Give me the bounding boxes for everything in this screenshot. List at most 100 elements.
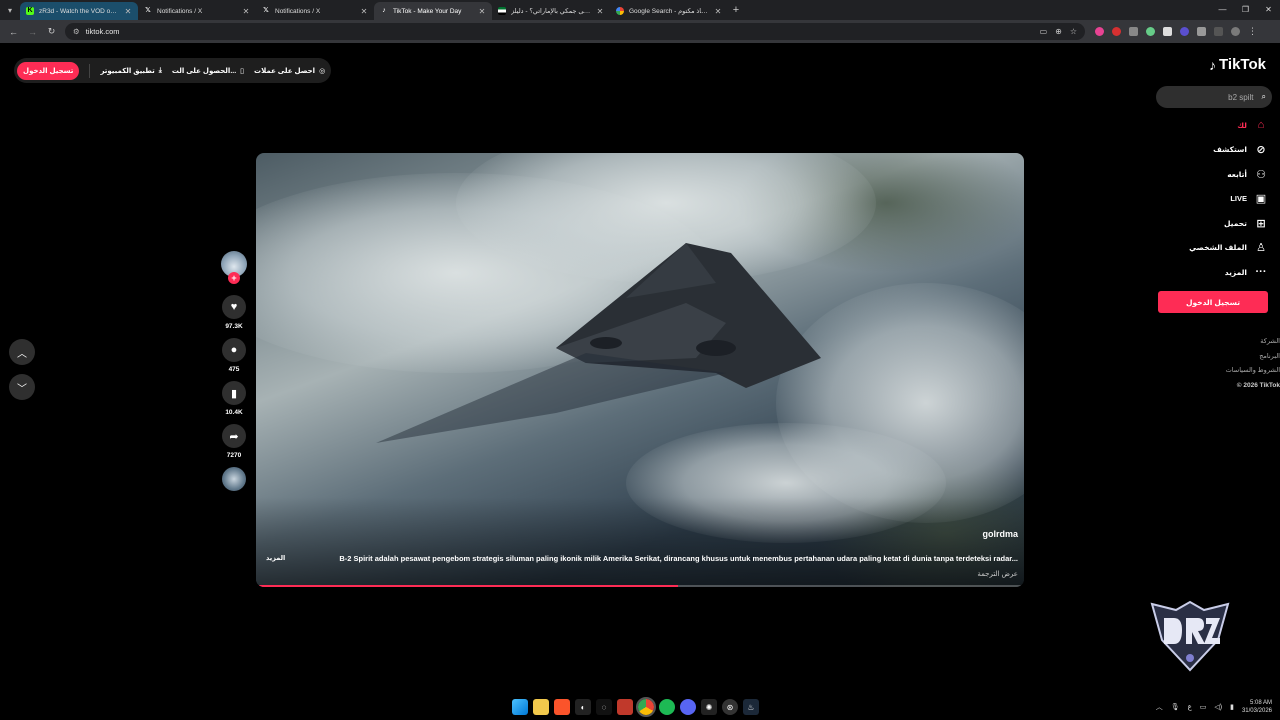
- tiktok-icon: ♪: [382, 7, 386, 14]
- taskbar-apps: ◐ ◌ ✺ ⊛ ♨: [512, 697, 759, 717]
- copyright-text: © 2026 TikTok: [1236, 381, 1280, 389]
- close-tab-icon[interactable]: ✕: [596, 7, 604, 16]
- tray-chevron-icon[interactable]: ︿: [1156, 702, 1163, 712]
- follow-plus-icon[interactable]: +: [228, 272, 240, 284]
- taskbar-clock[interactable]: 5:08 AM 31/03/2026: [1242, 699, 1272, 715]
- app-icon[interactable]: ⊛: [722, 699, 738, 715]
- volume-icon[interactable]: ◁): [1214, 703, 1222, 711]
- extension-icon[interactable]: [1095, 27, 1104, 36]
- footer-link[interactable]: الشروط والسياسات: [1226, 364, 1280, 379]
- share-icon: ➦: [229, 430, 239, 443]
- sidebar-footer: الشركة البرنامج الشروط والسياسات © 2026 …: [1226, 335, 1280, 393]
- cast-icon[interactable]: ▭: [1040, 27, 1048, 36]
- bookmark-star-icon[interactable]: ☆: [1070, 27, 1077, 36]
- get-coins-link[interactable]: احصل على عملات ◎: [254, 67, 325, 75]
- video-caption: B-2 Spirit adalah pesawat pengebom strat…: [339, 554, 1018, 563]
- sidebar-item-label: LIVE: [1230, 194, 1247, 204]
- sidebar-login-button[interactable]: تسجيل الدخول: [1158, 291, 1268, 313]
- like-button[interactable]: ♥: [222, 295, 246, 319]
- battery-icon[interactable]: ▮: [1230, 703, 1234, 711]
- brave-icon[interactable]: [554, 699, 570, 715]
- back-icon[interactable]: ←: [4, 27, 23, 37]
- browser-menu-icon[interactable]: ⋮: [1248, 27, 1257, 36]
- sidebar-item-for-you[interactable]: لك ⌂: [1148, 113, 1268, 138]
- search-value: b2 spilt: [1228, 92, 1254, 102]
- close-tab-icon[interactable]: ✕: [242, 7, 250, 16]
- video-progress-bar[interactable]: [259, 585, 1021, 587]
- sidebar-item-live[interactable]: LIVE ▣: [1148, 187, 1268, 212]
- footer-link[interactable]: البرنامج: [1226, 350, 1280, 365]
- extensions-puzzle-icon[interactable]: [1197, 27, 1206, 36]
- caption-more-link[interactable]: المزيد: [266, 554, 285, 562]
- sidebar-item-upload[interactable]: تحميل ⊞: [1148, 211, 1268, 236]
- browser-tab[interactable]: Google Search - استاذ مكتوم ✕: [610, 2, 728, 20]
- minimize-icon[interactable]: —: [1211, 0, 1234, 20]
- get-app-link[interactable]: الحصول على الت... ▯: [172, 67, 244, 75]
- app-icon[interactable]: ◌: [596, 699, 612, 715]
- share-button[interactable]: ➦: [222, 424, 246, 448]
- top-login-button[interactable]: تسجيل الدخول: [17, 61, 80, 80]
- file-explorer-icon[interactable]: [533, 699, 549, 715]
- discord-icon[interactable]: [680, 699, 696, 715]
- tab-search-icon[interactable]: ▾: [0, 0, 20, 20]
- close-tab-icon[interactable]: ✕: [714, 7, 722, 16]
- forward-icon[interactable]: →: [23, 27, 42, 37]
- maximize-icon[interactable]: ❐: [1234, 0, 1257, 20]
- save-button[interactable]: ▮: [222, 381, 246, 405]
- extension-icon[interactable]: [1180, 27, 1189, 36]
- close-tab-icon[interactable]: ✕: [124, 7, 132, 16]
- search-input[interactable]: b2 spilt ⌕: [1156, 86, 1272, 108]
- sidebar-item-explore[interactable]: استكشف ⊘: [1148, 138, 1268, 163]
- new-tab-button[interactable]: +: [728, 4, 744, 16]
- app-icon[interactable]: ◐: [575, 699, 591, 715]
- logo-text: TikTok: [1219, 56, 1266, 73]
- sidebar-icon[interactable]: [1214, 27, 1223, 36]
- chrome-icon[interactable]: [636, 697, 656, 717]
- sidebar-item-more[interactable]: المزيد ···: [1148, 260, 1268, 285]
- pc-app-link[interactable]: تطبيق الكمبيوتر ⤓: [100, 67, 161, 75]
- close-tab-icon[interactable]: ✕: [360, 7, 368, 16]
- spotify-icon[interactable]: [659, 699, 675, 715]
- reload-icon[interactable]: ↻: [42, 26, 61, 37]
- footer-link[interactable]: الشركة: [1226, 335, 1280, 350]
- site-info-icon[interactable]: ⚙: [73, 27, 80, 36]
- microphone-icon[interactable]: 🎙: [1171, 703, 1180, 711]
- network-icon[interactable]: ▭: [1200, 703, 1207, 711]
- sidebar-item-following[interactable]: أتابعه ⚇: [1148, 162, 1268, 187]
- save-count: 10.4K: [225, 409, 243, 416]
- extension-icon[interactable]: [1129, 27, 1138, 36]
- music-disc[interactable]: [222, 467, 246, 491]
- next-video-button[interactable]: ﹀: [9, 374, 35, 400]
- sidebar-item-profile[interactable]: الملف الشخصي ♙: [1148, 236, 1268, 261]
- close-tab-icon[interactable]: ✕: [478, 7, 486, 16]
- see-translation-link[interactable]: عرض الترجمة: [977, 570, 1018, 578]
- browser-tab[interactable]: 𝕏 Notifications / X ✕: [256, 2, 374, 20]
- browser-tab-active[interactable]: ♪ TikTok - Make Your Day ✕: [374, 2, 492, 20]
- url-text: tiktok.com: [85, 27, 120, 36]
- app-icon[interactable]: ✺: [701, 699, 717, 715]
- browser-tab[interactable]: K zR3d - Watch the VOD on Kick ✕: [20, 2, 138, 20]
- video-author[interactable]: golrdma: [982, 529, 1018, 539]
- chevron-up-icon: ︿: [17, 348, 27, 360]
- comment-button[interactable]: ●: [222, 338, 246, 362]
- extension-icon[interactable]: [1146, 27, 1155, 36]
- tiktok-logo[interactable]: ♪ TikTok: [1209, 56, 1266, 73]
- search-icon[interactable]: ⌕: [1262, 92, 1266, 102]
- browser-toolbar: ← → ↻ ⚙ tiktok.com ▭ ⊕ ☆ ⋮: [0, 20, 1280, 43]
- previous-video-button[interactable]: ︿: [9, 339, 35, 365]
- browser-tab[interactable]: ما معنى جمكي بالإماراتي؟ - دليلز ✕: [492, 2, 610, 20]
- steam-icon[interactable]: ♨: [743, 699, 759, 715]
- sidebar-nav: لك ⌂ استكشف ⊘ أتابعه ⚇ LIVE ▣ تحميل ⊞ ال…: [1148, 113, 1268, 285]
- language-indicator[interactable]: ع: [1188, 703, 1192, 711]
- address-bar[interactable]: ⚙ tiktok.com ▭ ⊕ ☆: [65, 23, 1085, 40]
- extension-icon[interactable]: [1112, 27, 1121, 36]
- author-avatar[interactable]: +: [221, 251, 247, 284]
- profile-avatar-icon[interactable]: [1231, 27, 1240, 36]
- zoom-icon[interactable]: ⊕: [1055, 27, 1062, 36]
- app-icon[interactable]: [617, 699, 633, 715]
- windows-start-icon[interactable]: [512, 699, 528, 715]
- video-player[interactable]: golrdma B-2 Spirit adalah pesawat pengeb…: [256, 153, 1024, 587]
- browser-tab[interactable]: 𝕏 Notifications / X ✕: [138, 2, 256, 20]
- close-window-icon[interactable]: ✕: [1257, 0, 1280, 20]
- extension-icon[interactable]: [1163, 27, 1172, 36]
